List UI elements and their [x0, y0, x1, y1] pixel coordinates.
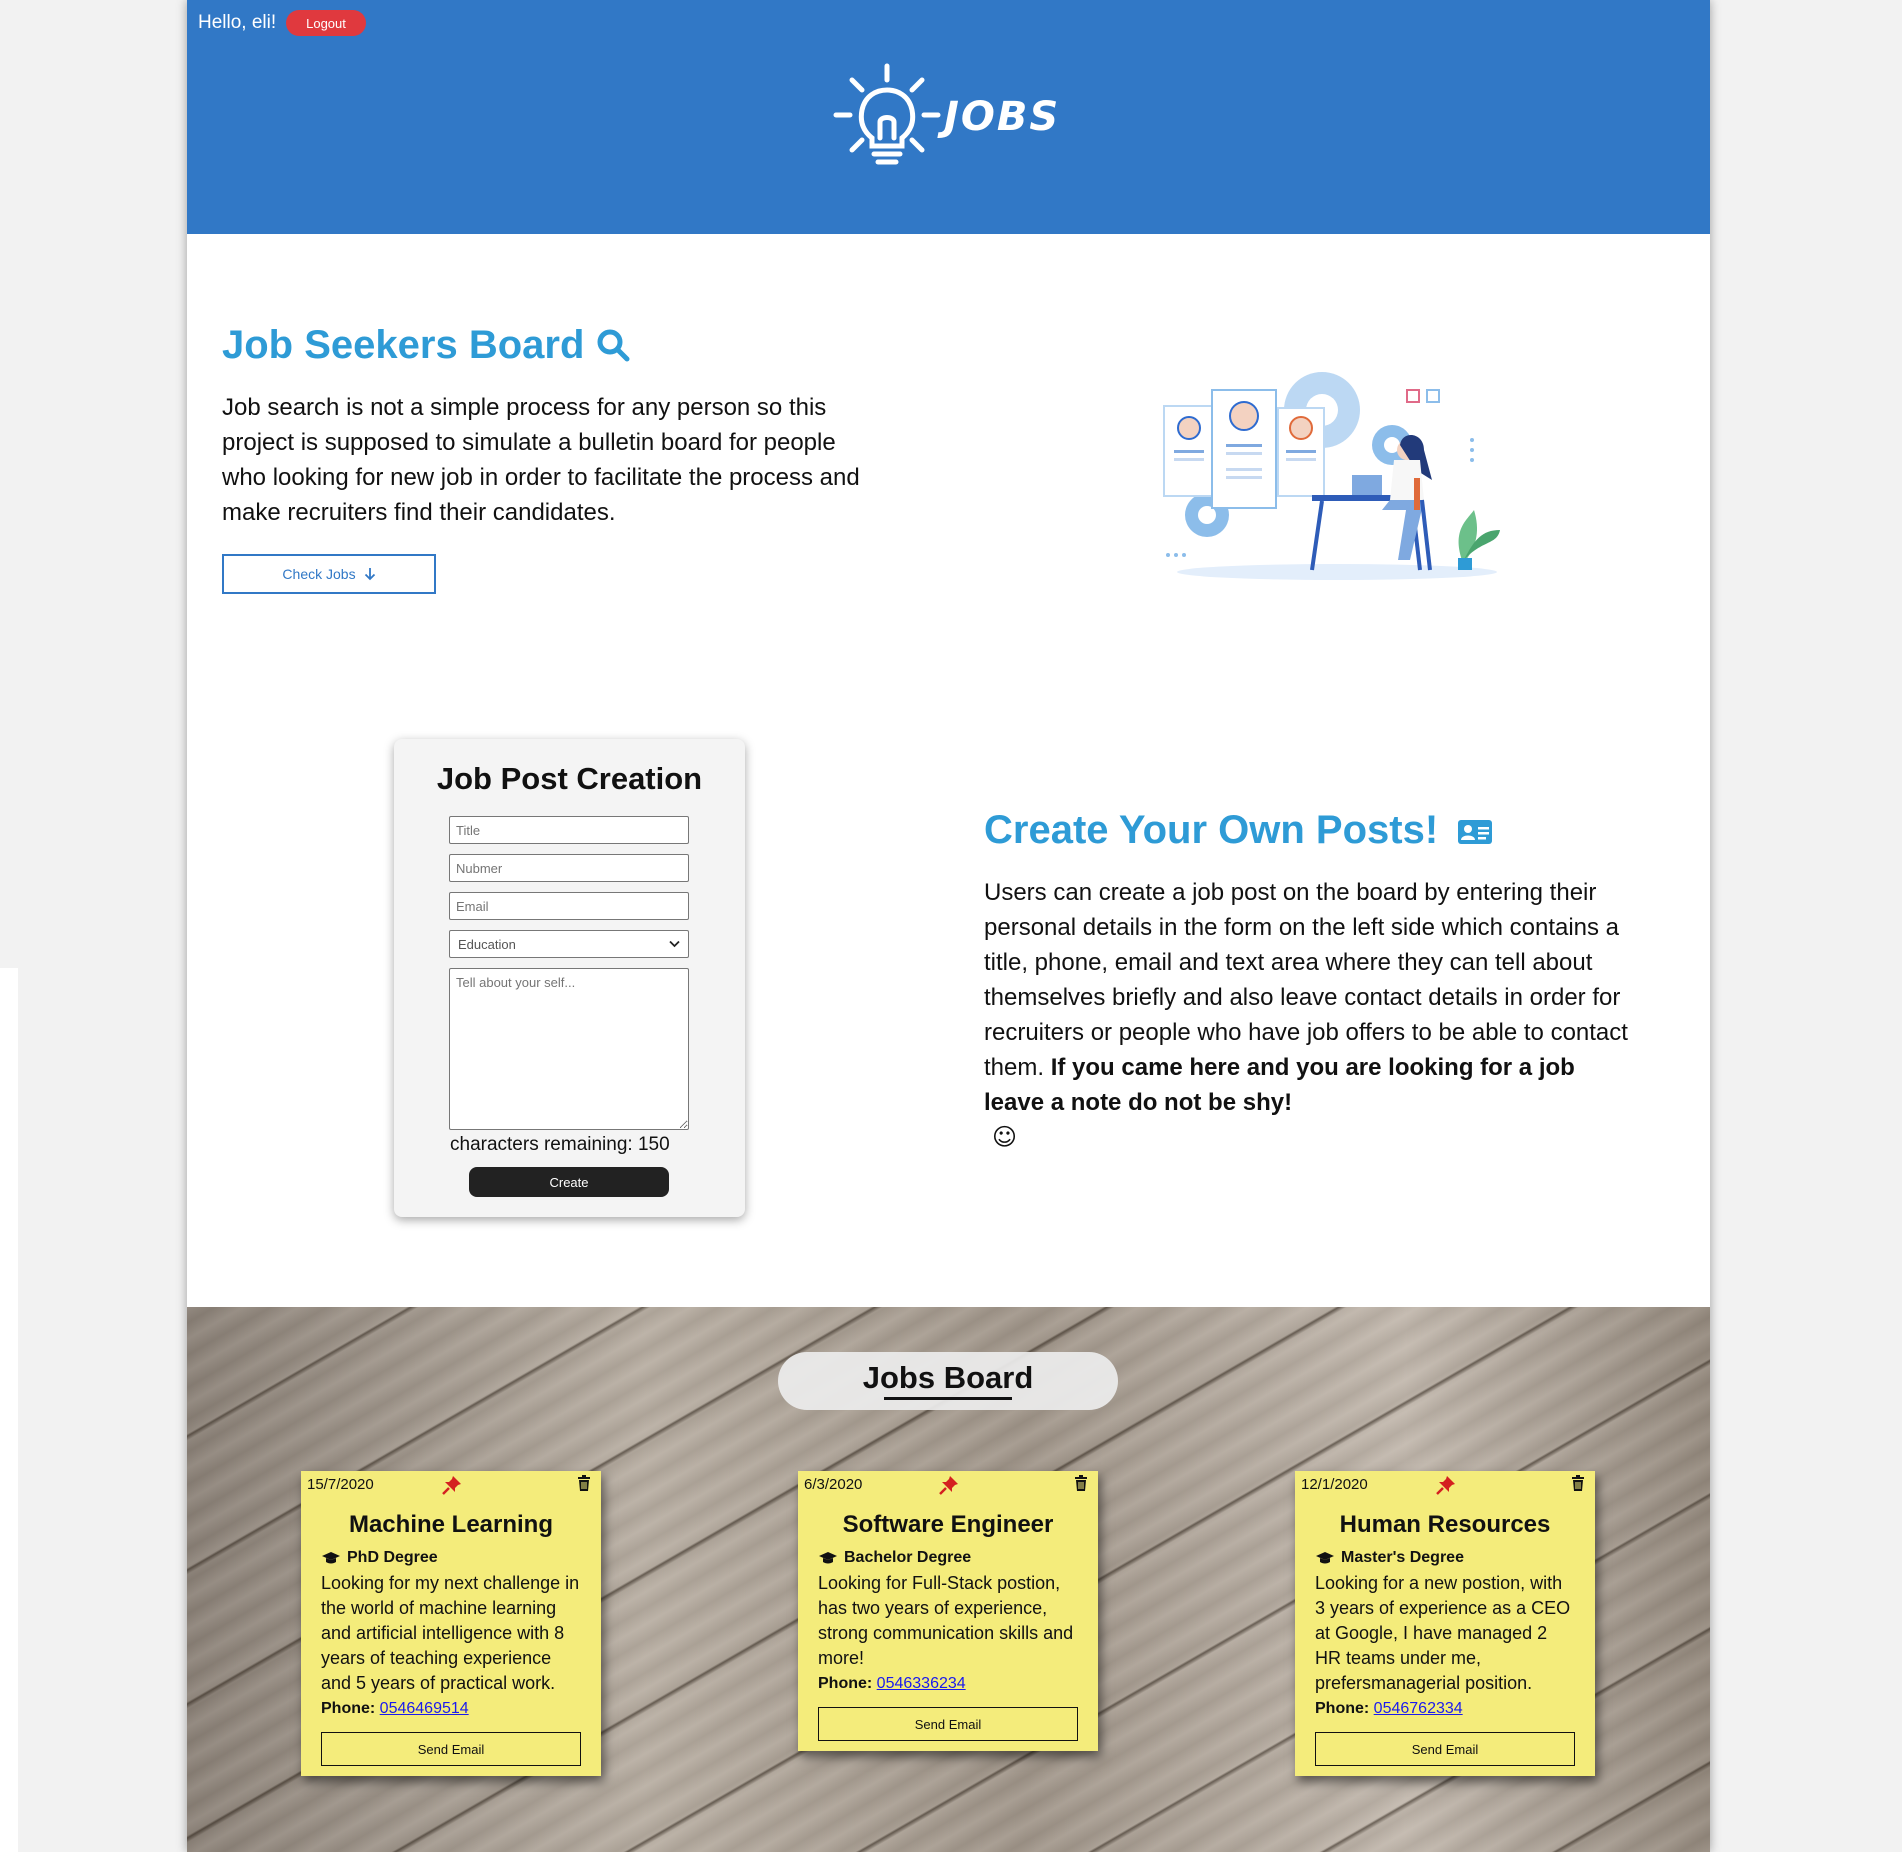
note-phone-label: Phone:: [321, 1700, 376, 1717]
note-date: 15/7/2020: [307, 1476, 374, 1493]
own-posts-title: Create Your Own Posts!: [984, 808, 1493, 853]
header: Hello, eli! Logout JOBS: [187, 0, 1710, 234]
send-email-button[interactable]: Send Email: [818, 1707, 1078, 1741]
note-title: Software Engineer: [842, 1511, 1054, 1538]
characters-remaining: characters remaining: 150: [450, 1134, 670, 1155]
note-title: Machine Learning: [348, 1511, 554, 1538]
note-phone-link[interactable]: 0546469514: [380, 1700, 469, 1717]
note-degree-text: Master's Degree: [1341, 1549, 1464, 1566]
own-posts-title-text: Create Your Own Posts!: [984, 808, 1439, 852]
side-panel-strip: [0, 968, 18, 1852]
send-email-button[interactable]: Send Email: [1315, 1732, 1575, 1766]
arrow-down-icon: [364, 568, 375, 581]
note-date: 12/1/2020: [1301, 1476, 1368, 1493]
chevron-down-icon: [669, 940, 680, 948]
note-description: Looking for a new postion, with 3 years …: [1315, 1573, 1571, 1693]
graduation-cap-icon: [1316, 1552, 1334, 1564]
note-description: Looking for my next challenge in the wor…: [321, 1573, 580, 1693]
note-body: PhD Degree Looking for my next challenge…: [301, 1549, 601, 1718]
note-phone-link[interactable]: 0546336234: [877, 1675, 966, 1692]
own-posts-text: Users can create a job post on the board…: [984, 875, 1634, 1155]
form-title: Job Post Creation: [436, 761, 703, 796]
note-title: Human Resources: [1339, 1511, 1551, 1538]
education-selected: Education: [458, 936, 516, 952]
jobs-logo[interactable]: JOBS: [832, 60, 1072, 170]
note-phone-label: Phone:: [1315, 1700, 1370, 1717]
recruiter-illustration: [1163, 372, 1500, 580]
note-description: Looking for Full-Stack postion, has two …: [818, 1573, 1074, 1668]
job-note: 15/7/2020 Machine Learning PhD Degree Lo…: [301, 1471, 601, 1776]
page: Hello, eli! Logout JOBS Job Seekers Boar…: [187, 0, 1710, 1852]
note-degree-text: PhD Degree: [347, 1549, 438, 1566]
job-post-form: Job Post Creation Education characters r…: [394, 739, 745, 1217]
note-degree-text: Bachelor Degree: [844, 1549, 972, 1566]
education-select[interactable]: Education: [449, 930, 689, 958]
create-button[interactable]: Create: [469, 1167, 669, 1197]
pin-icon: [1436, 1476, 1455, 1495]
note-body: Master's Degree Looking for a new postio…: [1295, 1549, 1595, 1718]
graduation-cap-icon: [819, 1552, 837, 1564]
note-degree: Master's Degree: [1315, 1549, 1575, 1567]
note-phone: Phone: 0546336234: [818, 1675, 1078, 1693]
trash-icon[interactable]: [1571, 1475, 1585, 1491]
logo-text: JOBS: [944, 94, 1061, 140]
note-date: 6/3/2020: [804, 1476, 863, 1493]
check-jobs-button[interactable]: Check Jobs: [222, 554, 436, 594]
own-posts-call-to-action: If you came here and you are looking for…: [984, 1054, 1575, 1116]
title-input[interactable]: [449, 816, 689, 844]
trash-icon[interactable]: [1074, 1475, 1088, 1491]
job-note: 6/3/2020 Software Engineer Bachelor Degr…: [798, 1471, 1098, 1751]
intro-text: Job search is not a simple process for a…: [222, 394, 860, 526]
note-phone: Phone: 0546762334: [1315, 1700, 1575, 1718]
graduation-cap-icon: [322, 1552, 340, 1564]
note-phone: Phone: 0546469514: [321, 1700, 581, 1718]
about-textarea[interactable]: [449, 968, 689, 1130]
note-body: Bachelor Degree Looking for Full-Stack p…: [798, 1549, 1098, 1693]
send-email-button[interactable]: Send Email: [321, 1732, 581, 1766]
smile-icon: ☺: [992, 1123, 1018, 1151]
number-input[interactable]: [449, 854, 689, 882]
board-title: Jobs Board: [862, 1360, 1034, 1395]
note-degree: PhD Degree: [321, 1549, 581, 1567]
id-card-icon: [1458, 820, 1493, 844]
pin-icon: [939, 1476, 958, 1495]
greeting: Hello, eli!: [198, 12, 277, 33]
email-input[interactable]: [449, 892, 689, 920]
note-phone-link[interactable]: 0546762334: [1374, 1700, 1463, 1717]
search-icon: [597, 329, 630, 362]
intro-title-text: Job Seekers Board: [222, 323, 585, 367]
lightbulb-icon: [833, 63, 941, 165]
board-title-pill: Jobs Board: [778, 1352, 1118, 1410]
intro-title: Job Seekers Board: [222, 323, 630, 368]
pin-icon: [442, 1476, 461, 1495]
trash-icon[interactable]: [577, 1475, 591, 1491]
job-note: 12/1/2020 Human Resources Master's Degre…: [1295, 1471, 1595, 1776]
note-degree: Bachelor Degree: [818, 1549, 1078, 1567]
own-posts-description: Users can create a job post on the board…: [984, 879, 1628, 1081]
board-title-underline: [884, 1397, 1012, 1400]
note-phone-label: Phone:: [818, 1675, 873, 1692]
logout-button[interactable]: Logout: [286, 10, 366, 36]
jobs-board: Jobs Board 15/7/2020 Machine Learning Ph…: [187, 1307, 1710, 1852]
check-jobs-label: Check Jobs: [282, 566, 356, 582]
